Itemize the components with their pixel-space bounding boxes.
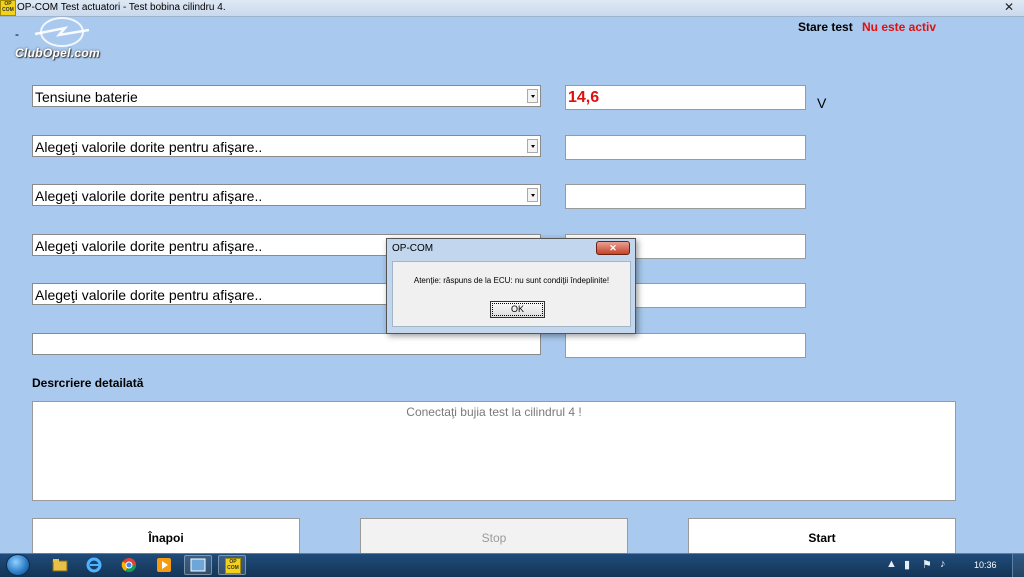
- parameter-select-3[interactable]: Alegeţi valorile dorite pentru afişare..: [32, 184, 541, 206]
- tray-expand-icon[interactable]: ▲: [886, 558, 897, 570]
- alert-dialog: OP-COM ✕ Atenţie: răspuns de la ECU: nu …: [386, 238, 636, 334]
- windows-taskbar: OP COM ▲ ▮ ⚑ ♪ 10:36: [0, 553, 1024, 577]
- system-clock[interactable]: 10:36: [974, 560, 997, 570]
- description-label: Desrcriere detailată: [32, 376, 144, 390]
- parameter-value-text: 14,6: [568, 89, 600, 106]
- battery-icon[interactable]: ▮: [904, 558, 910, 571]
- window-titlebar: OP COM OP-COM Test actuatori - Test bobi…: [0, 0, 1024, 17]
- opel-emblem-icon: [34, 17, 90, 47]
- status-label: Stare test: [798, 20, 853, 34]
- parameter-value-1: 14,6: [565, 85, 806, 110]
- parameter-select-1[interactable]: Tensiune baterie: [32, 85, 541, 107]
- dialog-close-button[interactable]: ✕: [596, 241, 630, 255]
- back-button[interactable]: Înapoi: [32, 518, 300, 554]
- taskbar-opcom-app[interactable]: OP COM: [218, 555, 246, 575]
- parameter-select-label: Alegeţi valorile dorite pentru afişare..: [35, 188, 263, 204]
- dialog-ok-button[interactable]: OK: [490, 301, 545, 318]
- internet-explorer-icon[interactable]: [86, 557, 102, 573]
- chevron-down-icon[interactable]: [527, 188, 538, 202]
- taskbar-app-window[interactable]: [184, 555, 212, 575]
- chrome-icon[interactable]: [121, 557, 137, 573]
- status-value: Nu este activ: [862, 20, 937, 34]
- file-explorer-icon[interactable]: [52, 557, 68, 573]
- parameter-value-3: [565, 184, 806, 209]
- parameter-select-label: Alegeţi valorile dorite pentru afişare..: [35, 238, 263, 254]
- clubopel-logo: ClubOpel.com: [13, 14, 111, 62]
- parameter-unit-1: V: [817, 95, 827, 111]
- parameter-select-label: Alegeţi valorile dorite pentru afişare..: [35, 287, 263, 303]
- parameter-select-2[interactable]: Alegeţi valorile dorite pentru afişare..: [32, 135, 541, 157]
- parameter-value-2: [565, 135, 806, 160]
- start-button[interactable]: Start: [688, 518, 956, 554]
- chevron-down-icon[interactable]: [527, 139, 538, 153]
- parameter-select-label: Tensiune baterie: [35, 89, 138, 105]
- parameter-select-label: Alegeţi valorile dorite pentru afişare..: [35, 139, 263, 155]
- window-title: OP-COM Test actuatori - Test bobina cili…: [17, 2, 226, 13]
- start-button[interactable]: [6, 554, 30, 576]
- dialog-body: Atenţie: răspuns de la ECU: nu sunt cond…: [392, 261, 631, 327]
- chevron-down-icon[interactable]: [527, 89, 538, 103]
- opcom-taskbar-icon: OP COM: [225, 558, 241, 574]
- parameter-select-6[interactable]: [32, 333, 541, 355]
- description-box: Conectaţi bujia test la cilindrul 4 !: [32, 401, 956, 501]
- dialog-title: OP-COM: [392, 243, 434, 254]
- window-close-button[interactable]: ✕: [1004, 0, 1014, 14]
- volume-icon[interactable]: ♪: [940, 558, 946, 570]
- media-player-icon[interactable]: [156, 557, 172, 573]
- logo-text: ClubOpel.com: [15, 46, 100, 60]
- show-desktop-button[interactable]: [1012, 554, 1024, 577]
- flag-icon[interactable]: ⚑: [922, 558, 932, 571]
- dialog-message: Atenţie: răspuns de la ECU: nu sunt cond…: [413, 276, 610, 285]
- stop-button[interactable]: Stop: [360, 518, 628, 554]
- parameter-value-6: [565, 333, 806, 358]
- description-text: Conectaţi bujia test la cilindrul 4 !: [406, 405, 582, 419]
